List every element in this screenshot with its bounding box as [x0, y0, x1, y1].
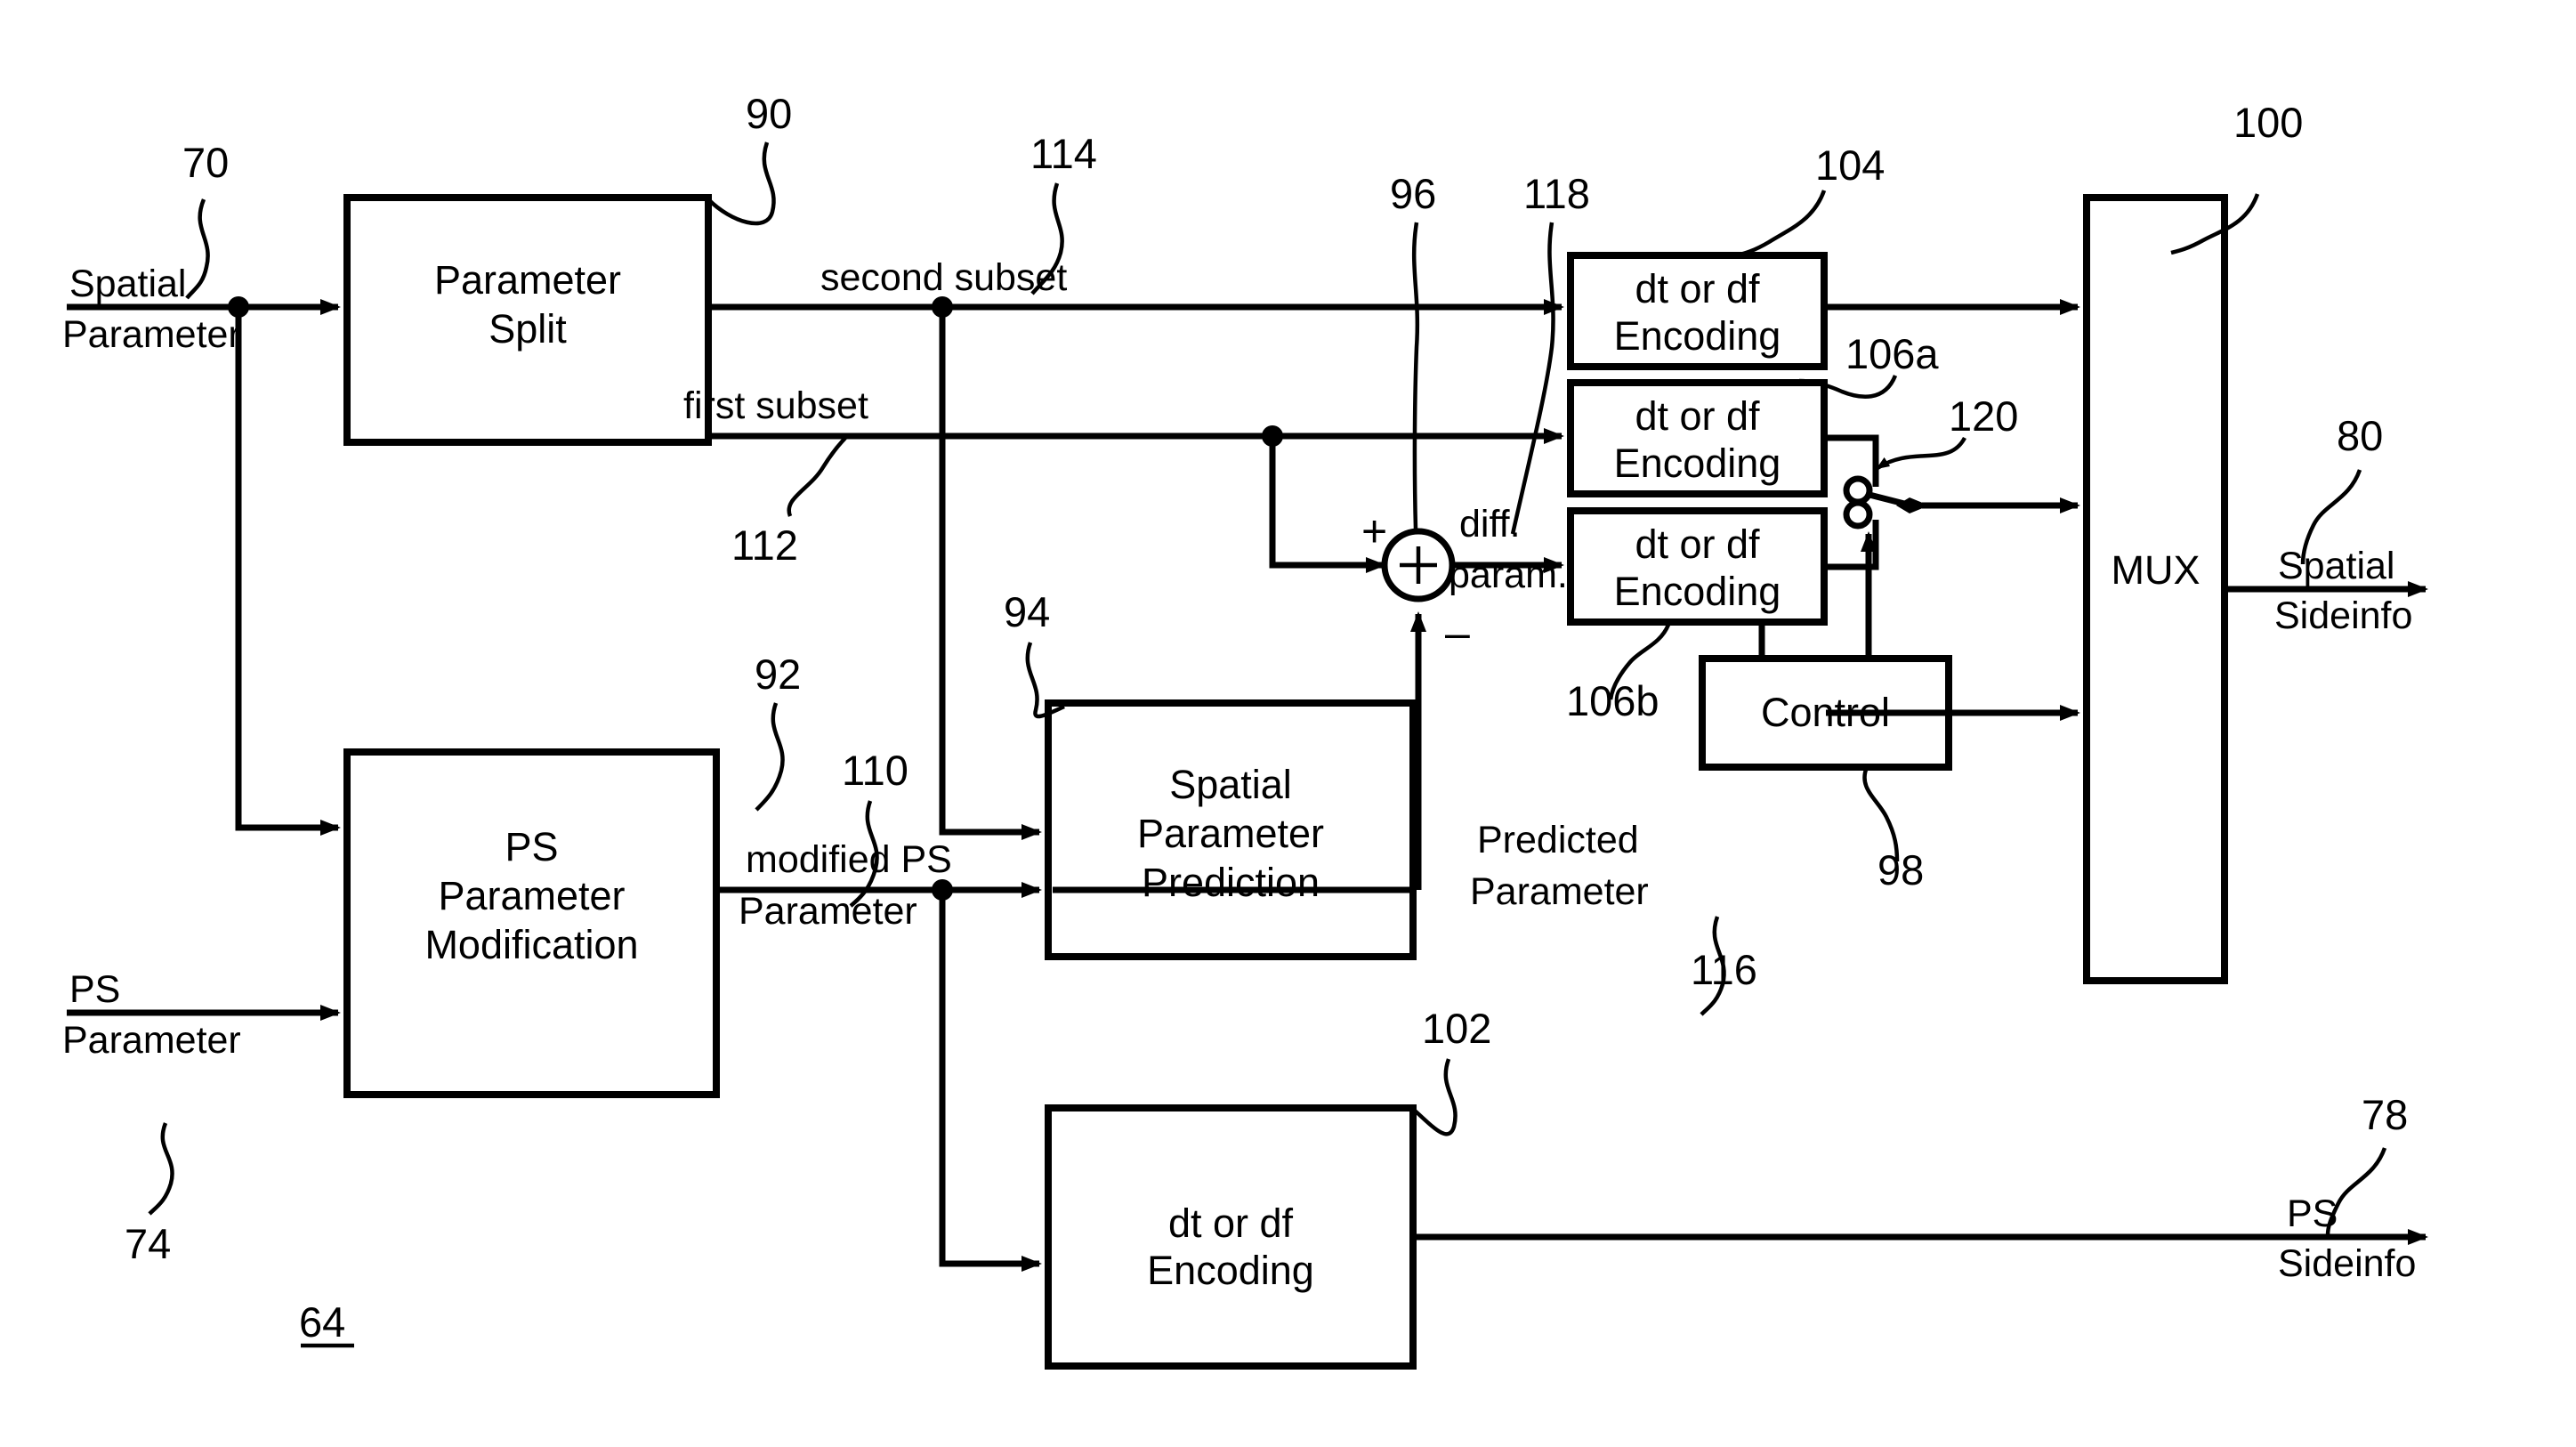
enc-bot-l2: Encoding [1147, 1248, 1314, 1294]
parameter-split-label: Parameter Split [347, 256, 708, 354]
diff-param-l1: diff. [1459, 503, 1521, 546]
dt-or-df-encoding-bottom-label: dt or df Encoding [1048, 1200, 1413, 1294]
patent-figure-canvas: Spatial Parameter 70 Parameter Split 90 … [0, 0, 2576, 1447]
ps-parameter-l2: Parameter [62, 1019, 241, 1062]
ref-90: 90 [746, 90, 793, 137]
enc-mid-l2: Encoding [1613, 441, 1781, 487]
enc-bot-l1: dt or df [1167, 1200, 1294, 1246]
ref-74: 74 [125, 1220, 172, 1267]
diff-param-l2: param. [1449, 554, 1568, 596]
spatial-parameter-prediction-label: Spatial Parameter Prediction [1048, 761, 1413, 908]
first-subset-label: first subset [683, 384, 868, 427]
second-subset-label: second subset [820, 256, 1068, 299]
spatial-sideinfo-l2: Sideinfo [2274, 594, 2413, 637]
leader-96 [1411, 222, 1420, 530]
ref-96: 96 [1390, 170, 1437, 217]
adder-minus-input-sign: – [1445, 608, 1470, 658]
modified-ps-l2: Parameter [739, 890, 917, 933]
ref-70: 70 [182, 139, 230, 186]
enc-mid-l1: dt or df [1635, 393, 1760, 439]
leader-92 [755, 702, 785, 812]
leader-112 [787, 436, 847, 517]
predicted-parameter-l2: Parameter [1470, 870, 1649, 913]
leader-104 [1732, 190, 1827, 259]
control-label: Control [1702, 690, 1949, 736]
leader-118 [1510, 222, 1555, 535]
adder-plus-input-sign: + [1361, 506, 1388, 556]
enc-top-l2: Encoding [1613, 313, 1781, 360]
ref-100: 100 [2233, 99, 2304, 146]
modified-ps-l1: modified PS [746, 838, 952, 881]
spatial-parameter-label-line2: Parameter [62, 313, 241, 357]
mux-label: MUX [2087, 547, 2225, 594]
ref-98: 98 [1877, 846, 1925, 893]
enc-low-l2: Encoding [1613, 569, 1781, 615]
psmod-l2: Parameter [438, 872, 626, 918]
ref-112: 112 [731, 521, 798, 569]
spp-l1: Spatial [1169, 762, 1292, 807]
mux-l1: MUX [2111, 547, 2201, 593]
leader-120-arrow [1876, 436, 1966, 470]
ps-parameter-l1: PS [69, 968, 121, 1011]
predicted-parameter-l1: Predicted [1477, 819, 1639, 861]
figure-number: 64 [299, 1298, 346, 1346]
ref-102: 102 [1422, 1005, 1492, 1052]
ref-114: 114 [1030, 130, 1097, 177]
ref-110: 110 [842, 747, 908, 794]
ref-94: 94 [1004, 588, 1051, 635]
ref-106b: 106b [1566, 677, 1659, 724]
leader-70 [185, 198, 210, 300]
dt-or-df-encoding-low-label: dt or df Encoding [1571, 521, 1824, 615]
switch-contact-lower[interactable] [1843, 499, 1873, 529]
dt-or-df-encoding-top-label: dt or df Encoding [1571, 265, 1824, 360]
ref-78: 78 [2362, 1091, 2409, 1138]
ref-120: 120 [1949, 392, 2019, 440]
ref-118: 118 [1523, 170, 1590, 217]
spatial-parameter-label-line1: Spatial [69, 263, 186, 306]
psmod-l1: PS [505, 824, 559, 869]
parameter-split-l2: Split [489, 305, 567, 352]
spatial-parameter-l1: Spatial [69, 263, 187, 305]
ref-116: 116 [1691, 946, 1757, 993]
wire-second-subset-to-prediction [939, 307, 1042, 840]
spatial-parameter-l2: Parameter [62, 313, 241, 356]
ref-80: 80 [2337, 412, 2384, 459]
spatial-sideinfo-l1: Spatial [2278, 545, 2395, 587]
dt-or-df-encoding-mid-label: dt or df Encoding [1571, 392, 1824, 487]
spp-l2: Parameter [1136, 810, 1325, 856]
control-l1: Control [1760, 690, 1891, 735]
leader-102 [1413, 1058, 1458, 1136]
ref-104: 104 [1815, 141, 1886, 189]
wire-modified-ps-to-bottom-encoder [939, 890, 1042, 1272]
spp-l3: Prediction [1141, 859, 1320, 905]
leader-90 [707, 141, 776, 226]
ps-parameter-modification-label: PS Parameter Modification [347, 823, 716, 970]
switch-contact-upper[interactable] [1843, 475, 1873, 505]
enc-top-l1: dt or df [1635, 266, 1760, 311]
psmod-l3: Modification [424, 921, 639, 967]
ps-sideinfo-l2: Sideinfo [2278, 1242, 2417, 1285]
ps-sideinfo-l1: PS [2287, 1192, 2338, 1235]
leader-74 [148, 1122, 174, 1216]
wire-spatial-to-ps-mod [235, 307, 341, 836]
parameter-split-l1: Parameter [433, 257, 622, 303]
ref-92: 92 [755, 651, 802, 698]
ref-106a: 106a [1845, 330, 1939, 377]
leader-100 [2170, 193, 2260, 255]
enc-low-l1: dt or df [1635, 521, 1760, 567]
